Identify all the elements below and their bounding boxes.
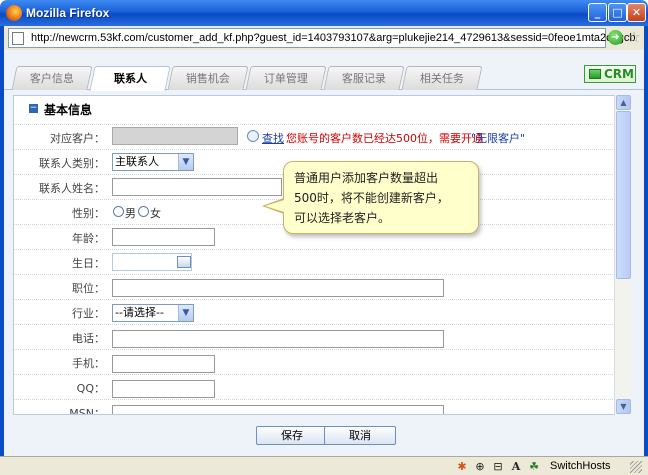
- form-row-position: 职位：: [14, 274, 623, 299]
- customer-input: [112, 127, 238, 145]
- tab-sales-opportunity[interactable]: 销售机会: [167, 66, 249, 90]
- resize-grip-icon[interactable]: [630, 461, 642, 473]
- msn-label: MSN：: [69, 407, 105, 415]
- basic-info-panel: − 基本信息 对应客户： 查找 您账号的客户数已经达500位，需要开通 "无限客…: [13, 95, 624, 415]
- customer-limit-tooltip: 普通用户添加客户数量超出 500时，将不能创建新客户， 可以选择老客户。: [283, 161, 479, 234]
- chevron-down-icon: ▼: [178, 305, 193, 321]
- section-title: 基本信息: [44, 103, 93, 117]
- contact-type-label: 联系人类别：: [39, 157, 105, 170]
- form-row-industry: 行业： --请选择-- ▼: [14, 299, 623, 324]
- gender-label: 性别：: [72, 207, 105, 220]
- url-text: http://newcrm.53kf.com/customer_add_kf.p…: [31, 32, 636, 44]
- tab-customer-info[interactable]: 客户信息: [11, 66, 93, 90]
- maximize-button[interactable]: □: [608, 3, 627, 22]
- industry-select[interactable]: --请选择-- ▼: [112, 304, 194, 322]
- birthday-label: 生日：: [72, 257, 105, 270]
- phone-label: 电话：: [72, 332, 105, 345]
- window-frame-right: [644, 26, 648, 456]
- chevron-down-icon: ▼: [178, 154, 193, 170]
- switchhosts-icon[interactable]: ☘: [527, 460, 541, 473]
- switchhosts-label[interactable]: SwitchHosts: [550, 460, 611, 472]
- scroll-down-icon[interactable]: ▼: [616, 399, 631, 414]
- tooltip-line-3: 可以选择老客户。: [294, 211, 391, 225]
- mobile-label: 手机：: [72, 357, 105, 370]
- gender-male-radio[interactable]: [113, 206, 124, 217]
- url-field[interactable]: http://newcrm.53kf.com/customer_add_kf.p…: [8, 28, 636, 48]
- form-row-birthday: 生日：: [14, 249, 623, 274]
- mobile-input[interactable]: [112, 355, 215, 373]
- form-row-customer: 对应客户： 查找 您账号的客户数已经达500位，需要开通 "无限客户": [14, 124, 623, 149]
- age-input[interactable]: [112, 228, 215, 246]
- page-content: 客户信息 联系人 销售机会 订单管理 客服记录 相关任务 CRM − 基本信息 …: [4, 50, 644, 456]
- vertical-scrollbar[interactable]: ▲ ▼: [614, 95, 631, 415]
- ruler-icon[interactable]: ⊟: [491, 460, 505, 473]
- scroll-up-icon[interactable]: ▲: [616, 95, 631, 110]
- status-bar: ✱ ⊕ ⊟ A ☘ SwitchHosts: [0, 456, 648, 475]
- firebug-icon[interactable]: ✱: [455, 460, 469, 473]
- form-row-qq: QQ：: [14, 374, 623, 399]
- msn-input[interactable]: [112, 405, 444, 414]
- position-input[interactable]: [112, 279, 444, 297]
- crm-button[interactable]: CRM: [584, 65, 636, 83]
- bookmark-star-icon[interactable]: ☆: [626, 28, 642, 46]
- customer-label: 对应客户：: [50, 132, 105, 145]
- font-icon[interactable]: A: [509, 460, 523, 473]
- tab-service-records[interactable]: 客服记录: [323, 66, 405, 90]
- crm-chart-icon: [589, 69, 601, 79]
- collapse-icon[interactable]: −: [29, 104, 38, 113]
- tooltip-line-1: 普通用户添加客户数量超出: [294, 171, 439, 185]
- search-link[interactable]: 查找: [262, 130, 284, 146]
- status-icons: ✱ ⊕ ⊟ A ☘: [455, 459, 545, 474]
- industry-label: 行业：: [72, 307, 105, 320]
- form-row-msn: MSN：: [14, 399, 623, 415]
- minimize-button[interactable]: _: [588, 3, 607, 22]
- position-label: 职位：: [72, 282, 105, 295]
- tab-strip: 客户信息 联系人 销售机会 订单管理 客服记录 相关任务 CRM: [4, 50, 644, 91]
- gender-male-label: 男: [125, 207, 136, 220]
- go-arrow-icon[interactable]: ➜: [608, 30, 623, 45]
- window-titlebar: Mozilla Firefox _ □ ✕: [0, 0, 648, 26]
- firefox-logo-icon: [6, 5, 22, 21]
- qq-label: QQ：: [76, 382, 105, 395]
- scrollbar-thumb[interactable]: [616, 111, 631, 279]
- gender-female-radio[interactable]: [138, 206, 149, 217]
- phone-input[interactable]: [112, 330, 444, 348]
- customer-limit-warning: 您账号的客户数已经达500位，需要开通: [286, 132, 483, 145]
- tab-order-management[interactable]: 订单管理: [245, 66, 327, 90]
- age-label: 年龄：: [72, 232, 105, 245]
- save-button[interactable]: 保存: [256, 426, 328, 445]
- address-bar: http://newcrm.53kf.com/customer_add_kf.p…: [4, 26, 644, 50]
- cancel-button[interactable]: 取消: [324, 426, 396, 445]
- form-row-mobile: 手机：: [14, 349, 623, 374]
- window-title: Mozilla Firefox: [26, 6, 110, 20]
- close-button[interactable]: ✕: [627, 3, 646, 22]
- tooltip-line-2: 500时，将不能创建新客户，: [294, 191, 449, 205]
- search-icon[interactable]: [247, 130, 259, 142]
- contact-name-label: 联系人姓名：: [39, 182, 105, 195]
- contact-name-input[interactable]: [112, 178, 282, 196]
- form-row-phone: 电话：: [14, 324, 623, 349]
- section-header: − 基本信息: [14, 96, 623, 120]
- tab-related-tasks[interactable]: 相关任务: [401, 66, 483, 90]
- page-icon: [12, 32, 24, 45]
- qq-input[interactable]: [112, 380, 215, 398]
- unlimited-customers-link[interactable]: "无限客户": [471, 130, 525, 146]
- zoom-icon[interactable]: ⊕: [473, 460, 487, 473]
- gender-female-label: 女: [150, 207, 161, 220]
- tab-contacts[interactable]: 联系人: [89, 66, 171, 91]
- calendar-icon[interactable]: [177, 256, 191, 268]
- tooltip-tail-inner: [265, 200, 284, 212]
- contact-type-select[interactable]: 主联系人 ▼: [112, 153, 194, 171]
